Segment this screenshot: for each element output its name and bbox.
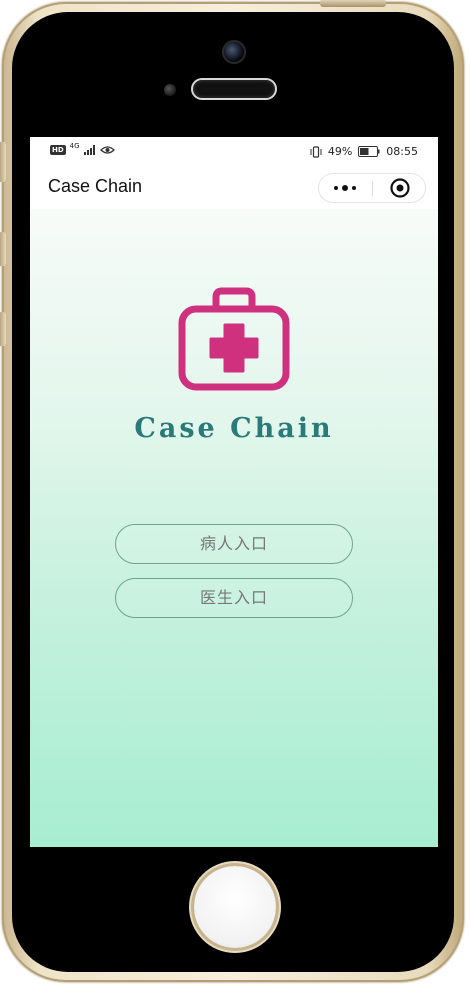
mini-program-capsule: [318, 173, 426, 203]
nav-bar: Case Chain: [30, 167, 438, 209]
capsule-divider: [372, 181, 373, 196]
volume-down-button: [0, 312, 6, 346]
front-camera: [224, 42, 244, 62]
volume-up-button: [0, 232, 6, 266]
vibrate-icon: [310, 145, 322, 158]
battery-percent: 49%: [327, 145, 353, 158]
power-button: [320, 0, 386, 7]
app-screen: HD 4G 49% 08:55 Case Chain Case Chain 病人…: [30, 137, 438, 847]
mute-switch: [0, 142, 6, 182]
status-right: 49% 08:55: [310, 145, 418, 158]
doctor-entry-button[interactable]: 医生入口: [115, 578, 353, 618]
network-type: 4G: [69, 142, 80, 150]
earpiece-speaker: [193, 80, 275, 98]
more-button[interactable]: [319, 174, 371, 202]
medical-kit-icon: [178, 287, 290, 391]
clock: 08:55: [386, 145, 418, 158]
page-title: Case Chain: [48, 176, 143, 196]
status-bar: HD 4G 49% 08:55: [30, 137, 438, 167]
signal-icon: [83, 145, 95, 155]
close-button[interactable]: [374, 174, 426, 202]
more-dots-icon: [334, 185, 356, 191]
proximity-sensor: [164, 84, 176, 96]
patient-entry-button[interactable]: 病人入口: [115, 524, 353, 564]
status-left: HD 4G: [50, 142, 115, 155]
home-button[interactable]: [194, 866, 276, 948]
eye-icon: [99, 146, 115, 154]
target-circle-icon: [390, 178, 410, 198]
hd-badge: HD: [50, 145, 66, 155]
app-name: Case Chain: [134, 413, 334, 444]
battery-icon: [358, 146, 380, 157]
